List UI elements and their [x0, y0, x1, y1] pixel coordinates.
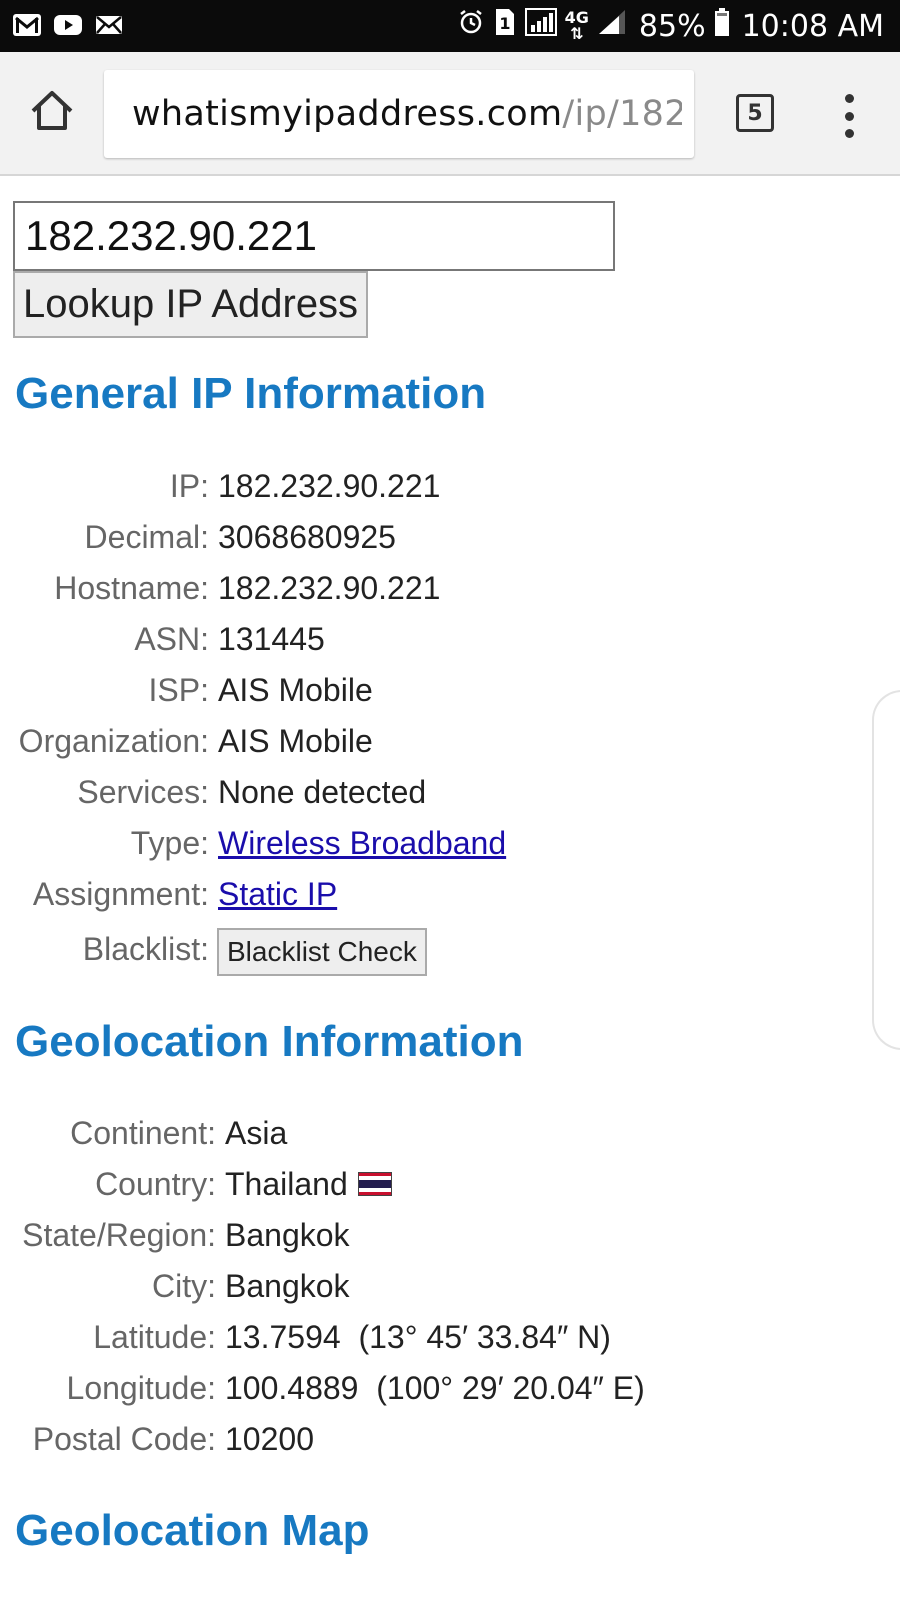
decimal-label: Decimal:	[84, 519, 209, 555]
geolocation-info-heading: Geolocation Information	[15, 1017, 524, 1066]
sim-slot-icon: 1	[493, 7, 517, 45]
services-value: None detected	[218, 774, 427, 810]
scroll-edge-indicator	[872, 690, 900, 1050]
tab-switcher-button[interactable]: 5	[736, 94, 774, 132]
continent-label: Continent:	[70, 1115, 216, 1151]
overflow-menu-button[interactable]	[832, 94, 866, 138]
ip-input[interactable]	[13, 201, 615, 271]
blacklist-label: Blacklist:	[82, 931, 209, 967]
svg-text:1: 1	[499, 14, 510, 33]
thailand-flag-icon	[357, 1171, 392, 1196]
city-label: City:	[152, 1268, 216, 1304]
ip-label: IP:	[169, 468, 209, 504]
organization-value: AIS Mobile	[218, 723, 373, 759]
address-bar[interactable]: whatismyipaddress.com/ip/182.2	[104, 70, 694, 158]
isp-label: ISP:	[148, 672, 209, 708]
ip-lookup-form: Lookup IP Address	[13, 201, 615, 338]
browser-toolbar: whatismyipaddress.com/ip/182.2 5	[0, 52, 900, 176]
continent-value: Asia	[225, 1115, 288, 1151]
postal-code-value: 10200	[225, 1421, 314, 1457]
asn-value: 131445	[218, 621, 325, 657]
dot	[844, 94, 854, 103]
signal-box-icon	[524, 7, 557, 45]
url-domain: whatismyipaddress.com	[132, 94, 563, 134]
postal-code-label: Postal Code:	[32, 1421, 216, 1457]
general-info-heading: General IP Information	[15, 369, 487, 418]
country-label: Country:	[95, 1166, 216, 1202]
state-region-label: State/Region:	[22, 1217, 216, 1253]
home-button[interactable]	[24, 82, 80, 138]
blacklist-value: Blacklist Check	[217, 924, 427, 976]
isp-value: AIS Mobile	[218, 672, 373, 708]
battery-icon	[714, 7, 730, 45]
notification-icons	[12, 10, 124, 40]
alarm-icon	[457, 8, 485, 44]
ip-value: 182.232.90.221	[218, 468, 441, 504]
youtube-icon	[53, 10, 83, 40]
assignment-label: Assignment:	[32, 876, 209, 912]
latitude-label: Latitude:	[93, 1319, 216, 1355]
hostname-label: Hostname:	[54, 570, 209, 606]
mail-icon	[94, 10, 124, 40]
network-type-icon: 4G ⇅	[564, 8, 589, 43]
type-label: Type:	[130, 825, 209, 861]
country-name: Thailand	[225, 1166, 348, 1202]
longitude-value: 100.4889 (100° 29′ 20.04″ E)	[225, 1370, 645, 1406]
country-value: Thailand	[225, 1159, 392, 1210]
battery-percentage: 85%	[638, 8, 706, 44]
url-path: /ip/182.2	[562, 94, 682, 134]
dot	[844, 129, 854, 138]
latitude-value: 13.7594 (13° 45′ 33.84″ N)	[225, 1319, 611, 1355]
geolocation-map-heading: Geolocation Map	[15, 1506, 370, 1555]
asn-label: ASN:	[134, 621, 209, 657]
wireless-broadband-link[interactable]: Wireless Broadband	[218, 818, 506, 869]
signal-strength-icon	[597, 8, 627, 44]
gmail-icon	[12, 10, 42, 40]
city-value: Bangkok	[225, 1268, 350, 1304]
state-region-value: Bangkok	[225, 1217, 350, 1253]
lookup-ip-button[interactable]: Lookup IP Address	[13, 271, 369, 338]
blacklist-check-button[interactable]: Blacklist Check	[217, 927, 427, 976]
services-label: Services:	[77, 774, 209, 810]
longitude-label: Longitude:	[66, 1370, 216, 1406]
clock: 10:08 AM	[741, 8, 884, 44]
static-ip-link[interactable]: Static IP	[218, 869, 337, 920]
hostname-value: 182.232.90.221	[218, 570, 441, 606]
tab-count: 5	[747, 100, 763, 126]
dot	[844, 111, 854, 121]
status-bar: 1 4G ⇅ 85% 10:08 AM	[0, 0, 900, 52]
decimal-value: 3068680925	[218, 519, 396, 555]
organization-label: Organization:	[18, 723, 209, 759]
home-icon	[31, 91, 73, 130]
system-status: 1 4G ⇅ 85% 10:08 AM	[457, 0, 884, 52]
url-text[interactable]: whatismyipaddress.com/ip/182.2	[104, 94, 682, 134]
